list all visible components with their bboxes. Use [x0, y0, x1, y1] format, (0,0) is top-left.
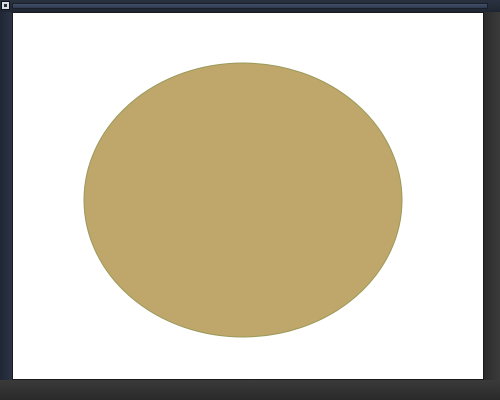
drawing-canvas[interactable] — [12, 12, 484, 380]
app-window — [0, 0, 500, 400]
right-frame — [484, 12, 500, 400]
canvas-svg — [83, 62, 403, 338]
bottom-frame — [0, 380, 500, 400]
window-title — [12, 3, 488, 9]
ellipse-shape[interactable] — [83, 62, 403, 338]
left-frame — [0, 12, 12, 400]
app-icon[interactable] — [1, 1, 10, 10]
